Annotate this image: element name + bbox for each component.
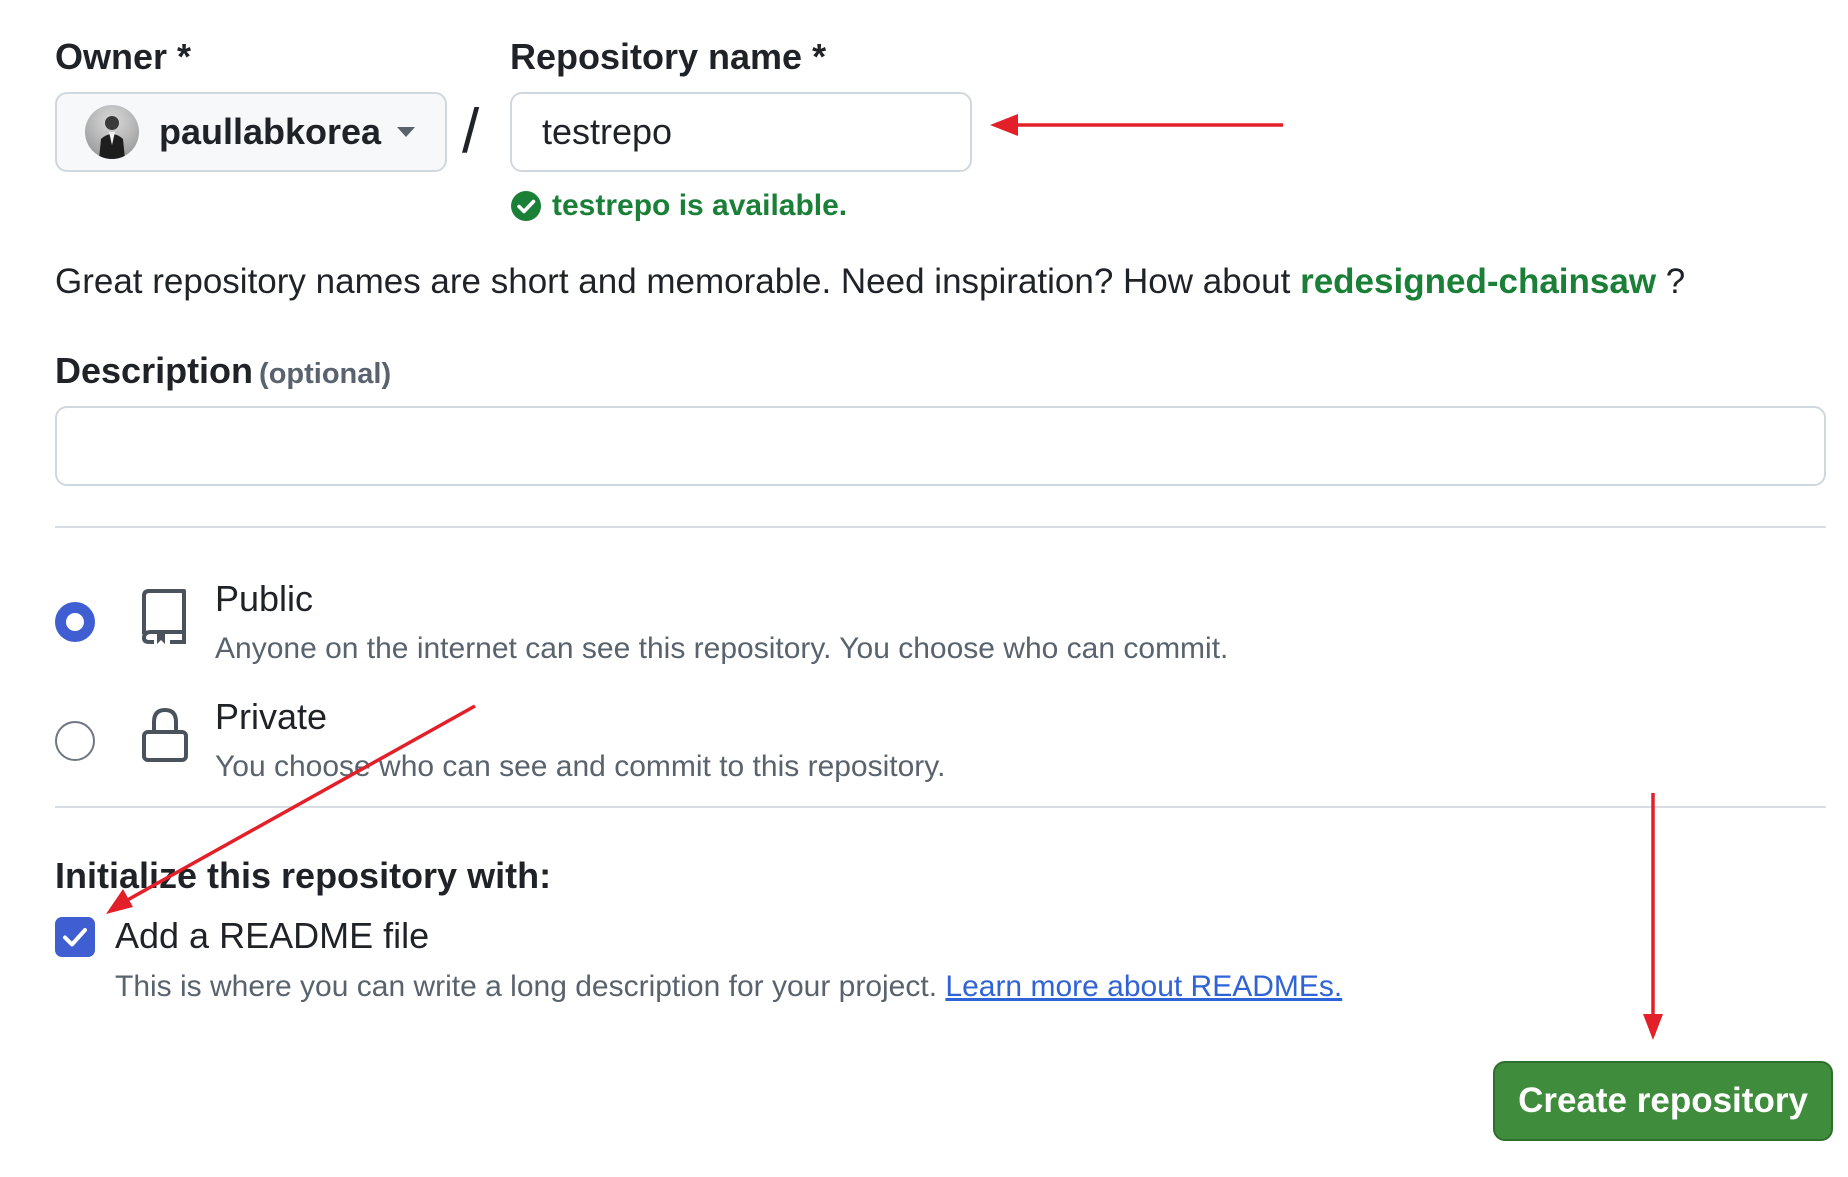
- hint-text: Great repository names are short and mem…: [55, 262, 1291, 301]
- private-radio[interactable]: [55, 721, 95, 761]
- readme-checkbox[interactable]: [55, 917, 95, 957]
- optional-tag: (optional): [259, 358, 392, 390]
- hint-suffix: ?: [1665, 262, 1686, 301]
- repository-name-label: Repository name *: [510, 36, 827, 77]
- description-label: Description (optional): [55, 350, 391, 392]
- private-description: You choose who can see and commit to thi…: [215, 750, 946, 783]
- readme-description-text: This is where you can write a long descr…: [115, 970, 938, 1003]
- owner-repo-separator: /: [462, 97, 480, 166]
- public-radio[interactable]: [55, 602, 95, 642]
- suggested-name-link[interactable]: redesigned-chainsaw: [1300, 262, 1656, 301]
- owner-label: Owner *: [55, 36, 192, 77]
- readme-title: Add a README file: [115, 915, 430, 956]
- learn-more-readmes-link[interactable]: Learn more about READMEs.: [945, 970, 1342, 1003]
- create-repository-button[interactable]: Create repository: [1493, 1061, 1833, 1141]
- repository-name-input[interactable]: [510, 92, 972, 172]
- divider: [55, 526, 1826, 528]
- new-repository-form: Owner * paullabkorea / Repository name *…: [0, 0, 1848, 1177]
- chevron-down-icon: [397, 127, 415, 137]
- check-circle-icon: [511, 191, 541, 221]
- name-suggestion-hint: Great repository names are short and mem…: [55, 262, 1685, 302]
- initialize-label: Initialize this repository with:: [55, 855, 552, 896]
- checkmark-icon: [63, 928, 87, 947]
- arrow-to-create-button: [1643, 793, 1663, 1040]
- availability-text: testrepo is available.: [552, 189, 848, 222]
- repo-icon: [142, 589, 186, 644]
- description-input[interactable]: [55, 406, 1826, 486]
- divider: [55, 806, 1826, 808]
- owner-select[interactable]: paullabkorea: [55, 92, 447, 172]
- description-label-text: Description: [55, 350, 254, 391]
- private-title: Private: [215, 696, 328, 737]
- owner-name: paullabkorea: [159, 111, 382, 152]
- avatar: [85, 105, 139, 159]
- readme-description: This is where you can write a long descr…: [115, 970, 1342, 1004]
- lock-icon: [142, 707, 188, 762]
- arrow-to-repository-name: [990, 114, 1283, 136]
- public-title: Public: [215, 578, 314, 619]
- public-description: Anyone on the internet can see this repo…: [215, 632, 1229, 665]
- availability-message: testrepo is available.: [510, 186, 847, 226]
